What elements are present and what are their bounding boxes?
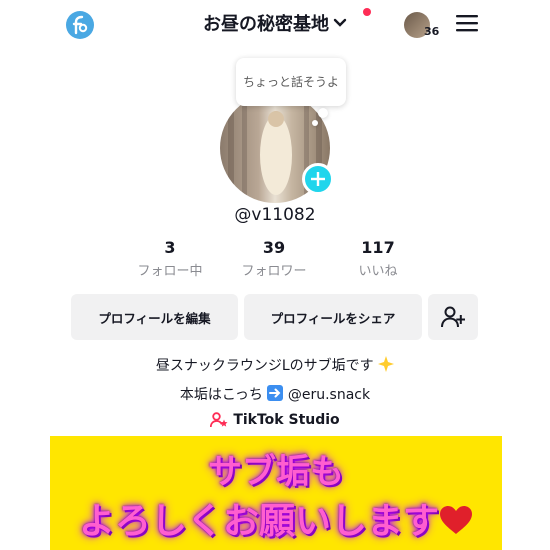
banner-line-1: サブ垢も bbox=[208, 452, 344, 492]
bio-handle-link[interactable]: @eru.snack bbox=[288, 387, 370, 403]
add-friend-button[interactable] bbox=[428, 294, 478, 340]
add-user-icon bbox=[441, 306, 465, 328]
chevron-down-icon bbox=[333, 18, 347, 27]
bio-line-2: 本垢はこっち @eru.snack bbox=[0, 384, 550, 404]
bio-line-1: 昼スナックラウンジLのサブ垢です bbox=[0, 355, 550, 375]
bio-text: 本垢はこっち bbox=[179, 387, 263, 403]
menu-icon[interactable] bbox=[456, 14, 478, 36]
stat-likes[interactable]: 117 いいね bbox=[333, 238, 423, 279]
note-bubble[interactable]: ちょっと話そうよ bbox=[236, 58, 346, 106]
stat-value: 39 bbox=[262, 238, 286, 257]
right-arrow-icon bbox=[267, 385, 284, 401]
add-photo-button[interactable] bbox=[302, 163, 334, 195]
promo-banner: サブ垢も よろしくお願いします bbox=[50, 436, 502, 550]
studio-user-icon bbox=[210, 412, 228, 428]
tiktok-studio-link[interactable]: TikTok Studio bbox=[0, 412, 550, 428]
stat-label: フォロワー bbox=[241, 264, 307, 279]
banner-text: よろしくお願いします bbox=[78, 501, 439, 542]
account-name: お昼の秘密基地 bbox=[203, 14, 329, 35]
share-profile-button[interactable]: プロフィールをシェア bbox=[244, 294, 422, 340]
sparkle-star-icon bbox=[378, 356, 395, 372]
story-count: 36 bbox=[424, 25, 440, 38]
bubble-tail-small bbox=[312, 120, 318, 126]
banner-line-2: よろしくお願いします bbox=[50, 492, 502, 544]
stat-value: 3 bbox=[164, 238, 176, 257]
stat-label: フォロー中 bbox=[137, 264, 203, 279]
bubble-tail bbox=[318, 108, 328, 118]
notification-dot bbox=[363, 8, 371, 16]
studio-label: TikTok Studio bbox=[233, 412, 340, 428]
plus-icon bbox=[311, 172, 325, 186]
stat-following[interactable]: 3 フォロー中 bbox=[125, 238, 215, 279]
stat-followers[interactable]: 39 フォロワー bbox=[229, 238, 319, 279]
red-heart-icon bbox=[440, 506, 472, 534]
username: @v11082 bbox=[234, 205, 316, 225]
stat-label: いいね bbox=[358, 264, 398, 279]
edit-profile-button[interactable]: プロフィールを編集 bbox=[71, 294, 238, 340]
stat-value: 117 bbox=[361, 238, 395, 257]
bio-text: 昼スナックラウンジLのサブ垢です bbox=[155, 358, 374, 374]
